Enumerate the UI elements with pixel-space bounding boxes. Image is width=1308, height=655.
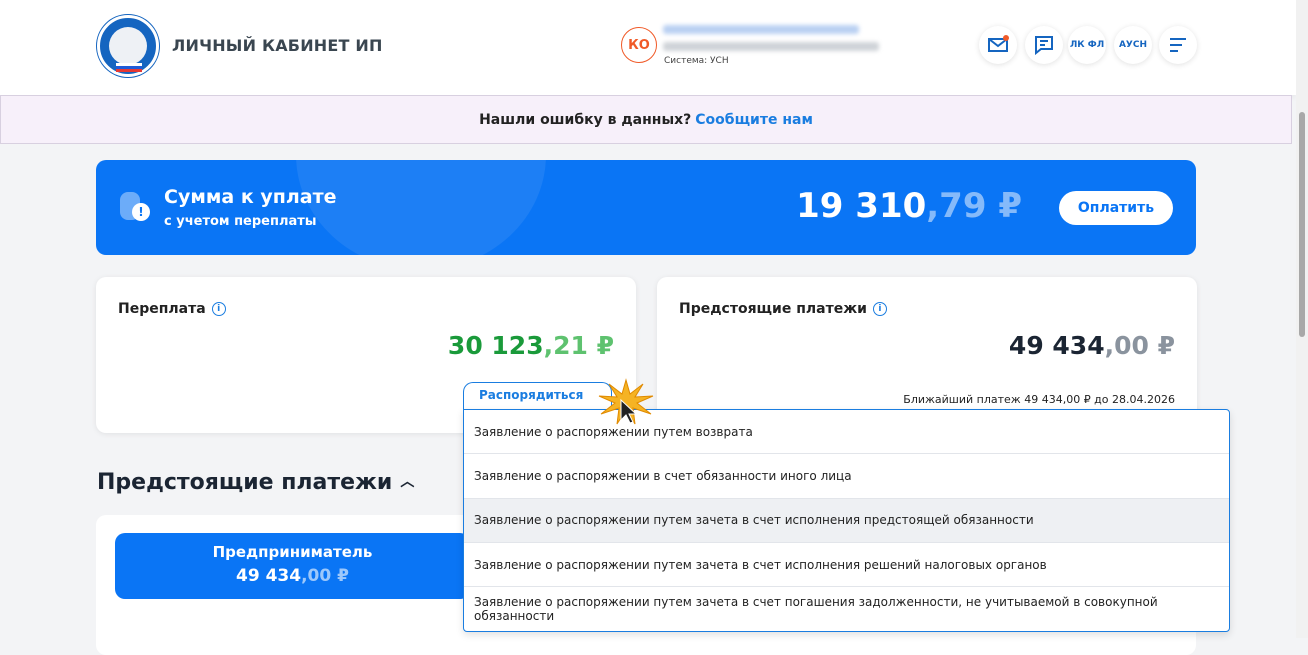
header: ЛИЧНЫЙ КАБИНЕТ ИП КО Система: УСН ЛК ФЛ …: [0, 0, 1296, 95]
menu-item[interactable]: Заявление о распоряжении путем зачета в …: [464, 543, 1229, 588]
section-title[interactable]: Предстоящие платежи ︿: [97, 470, 414, 495]
fns-logo[interactable]: [97, 15, 159, 77]
click-highlight-icon: [598, 378, 654, 425]
amount-due-banner: ! Сумма к уплате с учетом переплаты 19 3…: [96, 160, 1196, 255]
menu-item[interactable]: Заявление о распоряжении путем зачета в …: [464, 498, 1229, 543]
brand-title: ЛИЧНЫЙ КАБИНЕТ ИП: [172, 36, 383, 55]
info-icon[interactable]: i: [872, 302, 887, 316]
info-icon[interactable]: i: [211, 302, 226, 316]
menu-button[interactable]: [1159, 26, 1197, 64]
amount-due: 19 310,79 ₽: [796, 186, 1022, 226]
banner-subtitle: с учетом переплаты: [164, 214, 317, 229]
dispose-menu: Заявление о распоряжении путем возврата …: [463, 409, 1230, 632]
banner-title: Сумма к уплате: [164, 186, 337, 208]
user-inn-redacted: [663, 42, 879, 51]
lk-fl-button[interactable]: ЛК ФЛ: [1068, 26, 1106, 64]
mail-button[interactable]: [979, 26, 1017, 64]
ausn-button[interactable]: АУСН: [1114, 26, 1152, 64]
scrollbar[interactable]: [1296, 0, 1308, 638]
tab-entrepreneur[interactable]: Предприниматель 49 434,00 ₽: [115, 533, 470, 599]
dispose-dropdown-button[interactable]: Распорядиться ︿: [463, 382, 612, 417]
next-payment: Ближайший платеж 49 434,00 ₽ до 28.04.20…: [903, 393, 1175, 406]
user-name-redacted: [663, 25, 859, 34]
notice-text: Нашли ошибку в данных?: [479, 111, 692, 128]
error-notice: Нашли ошибку в данных? Сообщите нам: [0, 95, 1292, 144]
upcoming-amount: 49 434,00 ₽: [1008, 331, 1175, 360]
pay-button[interactable]: Оплатить: [1059, 191, 1173, 225]
menu-item[interactable]: Заявление о распоряжении путем зачета в …: [464, 587, 1229, 631]
menu-item[interactable]: Заявление о распоряжении в счет обязанно…: [464, 454, 1229, 499]
avatar[interactable]: КО: [621, 27, 657, 63]
chat-icon: [1035, 36, 1053, 55]
tax-system: Система: УСН: [664, 56, 729, 66]
overpayment-title: Переплата: [118, 301, 206, 317]
chat-button[interactable]: [1025, 26, 1063, 64]
unread-dot: [1003, 35, 1009, 41]
chevron-up-icon[interactable]: ︿: [400, 474, 414, 490]
report-link[interactable]: Сообщите нам: [695, 112, 813, 128]
menu-item[interactable]: Заявление о распоряжении путем возврата: [464, 410, 1229, 455]
upcoming-title: Предстоящие платежи: [679, 301, 867, 317]
hamburger-icon: [1170, 38, 1186, 52]
alert-icon: !: [132, 203, 150, 221]
overpayment-amount: 30 123,21 ₽: [447, 331, 614, 360]
